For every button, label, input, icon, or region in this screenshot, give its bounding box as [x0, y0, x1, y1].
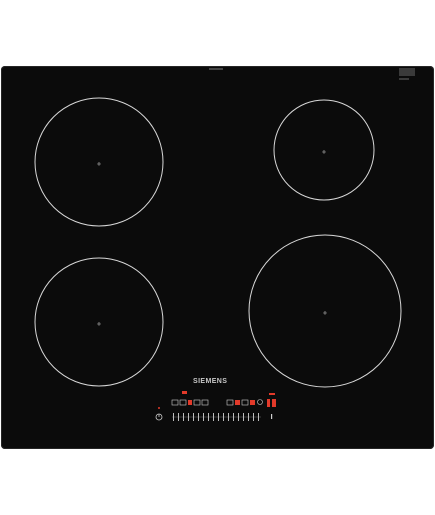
model-label — [399, 78, 409, 80]
serial-mark — [209, 68, 223, 70]
power-level-slider[interactable] — [172, 413, 261, 421]
svg-text:◍: ◍ — [323, 310, 327, 315]
zone-selectors-left[interactable] — [171, 391, 209, 406]
cooking-zone-rear-left[interactable]: ◍ — [34, 97, 164, 227]
svg-text:◍: ◍ — [322, 149, 326, 154]
power-button[interactable] — [155, 407, 163, 421]
cooking-zone-front-left[interactable]: ◍ — [34, 257, 164, 387]
product-image: ◍ ◍ ◍ ◍ SIEMENS — [0, 0, 435, 515]
cooktop-surface: ◍ ◍ ◍ ◍ — [34, 68, 415, 421]
cooking-zone-front-right[interactable]: ◍ — [248, 234, 402, 388]
certification-label — [399, 68, 415, 76]
svg-text:◍: ◍ — [97, 161, 101, 166]
timer-display — [267, 393, 276, 407]
induction-cooktop: ◍ ◍ ◍ ◍ SIEMENS — [1, 66, 434, 449]
timer-icon[interactable] — [257, 399, 263, 405]
svg-text:◍: ◍ — [97, 321, 101, 326]
zone-selectors-right[interactable] — [226, 399, 263, 406]
control-panel — [155, 391, 276, 421]
cooking-zone-rear-right[interactable]: ◍ — [273, 99, 375, 201]
brand-logo: SIEMENS — [193, 378, 228, 385]
power-indicator — [158, 407, 160, 409]
boost-marker — [271, 414, 273, 419]
